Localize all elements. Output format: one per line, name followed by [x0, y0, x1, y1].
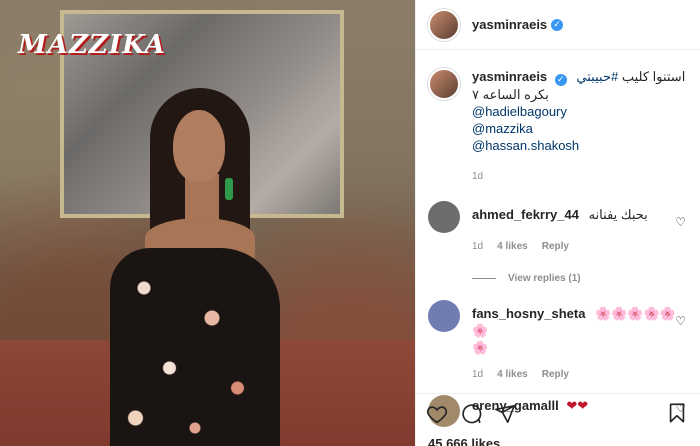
- comment-body: fans_hosny_sheta 🌸🌸🌸🌸🌸🌸 🌸 1d 4 likes Rep…: [472, 300, 688, 383]
- action-icons: [426, 402, 690, 426]
- mention-link[interactable]: @hassan.shakosh: [472, 137, 685, 154]
- comment-meta: 1d 4 likes Reply: [472, 366, 688, 383]
- view-replies-label[interactable]: View replies (1): [508, 273, 581, 284]
- likes-count[interactable]: 45,666 likes: [426, 436, 690, 446]
- commenter-avatar[interactable]: [428, 200, 460, 233]
- comment-body: ahmed_fekrry_44 بحبك يفنانه 1d 4 likes R…: [472, 201, 688, 255]
- comment-likes[interactable]: 4 likes: [497, 366, 528, 383]
- bookmark-icon[interactable]: [666, 402, 688, 424]
- mention-link[interactable]: @hadielbagoury: [472, 103, 685, 120]
- earring: [225, 178, 233, 200]
- commenter-username[interactable]: ahmed_fekrry_44: [472, 207, 579, 222]
- caption-hashtag[interactable]: #حبيبتي: [576, 69, 618, 84]
- floral-dress: [110, 248, 280, 446]
- comment-text-line-2: 🌸: [472, 339, 489, 355]
- heart-icon[interactable]: [426, 403, 448, 425]
- mention-link[interactable]: @mazzika: [472, 120, 685, 137]
- verified-badge-icon: ✓: [554, 73, 567, 86]
- author-username[interactable]: yasminraeis: [472, 17, 547, 32]
- commenter-avatar[interactable]: [428, 299, 460, 332]
- commenter-username[interactable]: fans_hosny_sheta: [472, 306, 585, 321]
- caption-avatar[interactable]: [428, 68, 460, 100]
- post-photo[interactable]: MAZZIKA: [0, 0, 415, 446]
- reply-button[interactable]: Reply: [542, 238, 569, 255]
- comment-icon[interactable]: [460, 403, 482, 425]
- reply-button[interactable]: Reply: [542, 366, 569, 383]
- instagram-post: MAZZIKA yasminraeis ✓ yasminraeis ✓ استن…: [0, 0, 700, 446]
- comment-item: fans_hosny_sheta 🌸🌸🌸🌸🌸🌸 🌸 1d 4 likes Rep…: [416, 299, 700, 383]
- caption-body: yasminraeis ✓ استنوا كليب #حبيبتي بكره ا…: [472, 68, 685, 185]
- comment-like-heart-icon[interactable]: ♡: [675, 215, 686, 229]
- caption: yasminraeis ✓ استنوا كليب #حبيبتي بكره ا…: [416, 50, 700, 185]
- view-replies[interactable]: View replies (1): [416, 273, 700, 284]
- comment-like-heart-icon[interactable]: ♡: [675, 314, 686, 328]
- caption-prefix: استنوا كليب: [618, 69, 686, 84]
- comment-text: بحبك يفنانه: [588, 206, 648, 222]
- caption-text: استنوا كليب #حبيبتي: [576, 69, 685, 84]
- action-bar: 45,666 likes: [416, 393, 700, 446]
- caption-line-2: بكره الساعه ٧: [472, 86, 549, 102]
- post-time[interactable]: 1d: [472, 168, 685, 185]
- face: [173, 110, 225, 182]
- comment-time[interactable]: 1d: [472, 238, 483, 255]
- comment-likes[interactable]: 4 likes: [497, 238, 528, 255]
- share-icon[interactable]: [494, 403, 516, 425]
- verified-badge-icon: ✓: [551, 18, 564, 31]
- replies-line: [472, 277, 496, 279]
- author-avatar[interactable]: [428, 8, 460, 41]
- woman-figure: [105, 88, 305, 446]
- mazzika-logo: MAZZIKA: [18, 30, 166, 60]
- post-header: yasminraeis ✓: [416, 0, 700, 50]
- comment-time[interactable]: 1d: [472, 366, 483, 383]
- caption-username[interactable]: yasminraeis: [472, 69, 547, 84]
- comment-meta: 1d 4 likes Reply: [472, 238, 688, 255]
- comment-item: ahmed_fekrry_44 بحبك يفنانه 1d 4 likes R…: [416, 200, 700, 255]
- post-side-panel: yasminraeis ✓ yasminraeis ✓ استنوا كليب …: [415, 0, 700, 446]
